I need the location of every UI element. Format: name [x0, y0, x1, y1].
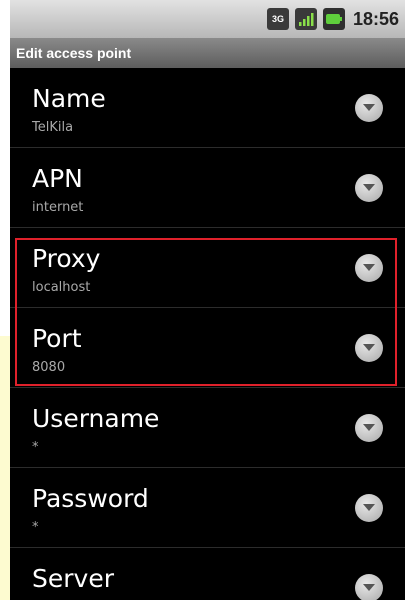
row-value: localhost — [32, 280, 91, 295]
chevron-down-icon[interactable] — [355, 414, 383, 442]
signal-strength-icon — [294, 8, 317, 30]
settings-list: Name TelKila APN internet Proxy localhos… — [10, 68, 405, 600]
row-value: * — [32, 520, 39, 535]
battery-icon — [322, 8, 345, 30]
row-value: TelKila — [32, 120, 74, 135]
chevron-down-icon[interactable] — [355, 254, 383, 282]
title-bar: Edit access point — [10, 38, 405, 68]
row-label: Password — [32, 484, 149, 513]
row-proxy[interactable]: Proxy localhost — [10, 228, 405, 308]
row-server[interactable]: Server — [10, 548, 405, 600]
row-label: Server — [32, 564, 114, 593]
network-label: 3G — [271, 13, 284, 24]
row-value: * — [32, 440, 39, 455]
row-label: Name — [32, 84, 106, 113]
row-port[interactable]: Port 8080 — [10, 308, 405, 388]
row-value: internet — [32, 200, 84, 215]
row-label: APN — [32, 164, 83, 193]
row-password[interactable]: Password * — [10, 468, 405, 548]
chevron-down-icon[interactable] — [355, 174, 383, 202]
chevron-down-icon[interactable] — [355, 94, 383, 122]
clock-time: 18:56 — [352, 8, 399, 29]
row-name[interactable]: Name TelKila — [10, 68, 405, 148]
chevron-down-icon[interactable] — [355, 574, 383, 600]
chevron-down-icon[interactable] — [355, 494, 383, 522]
row-apn[interactable]: APN internet — [10, 148, 405, 228]
row-label: Username — [32, 404, 160, 433]
row-username[interactable]: Username * — [10, 388, 405, 468]
row-label: Port — [32, 324, 82, 353]
page-title: Edit access point — [16, 45, 132, 61]
status-bar: 3G 18:56 — [10, 0, 405, 38]
row-value: 8080 — [32, 360, 66, 375]
phone-screen: 3G 18:56 Edit access point Name TelKila — [10, 0, 405, 600]
chevron-down-icon[interactable] — [355, 334, 383, 362]
row-label: Proxy — [32, 244, 101, 273]
network-3g-icon: 3G — [266, 8, 289, 30]
